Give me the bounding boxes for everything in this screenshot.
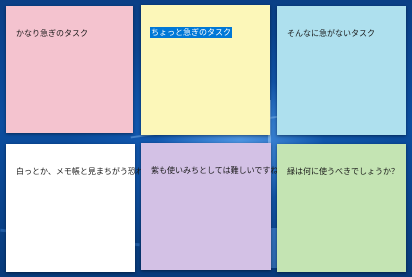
sticky-note-purple[interactable]: 紫も使いみちとしては難しいですね。 [141, 143, 286, 270]
sticky-note-green[interactable]: 緑は何に使うべきでしょうか？ [277, 144, 406, 272]
sticky-note-white[interactable]: 白っとか、メモ帳と見まちがう恐れが [6, 144, 152, 272]
note-text[interactable]: かなり急ぎのタスク [16, 28, 88, 39]
note-text[interactable]: 白っとか、メモ帳と見まちがう恐れが [16, 166, 152, 177]
note-text-selected[interactable]: ちょっと急ぎのタスク [150, 27, 232, 38]
note-text[interactable]: 緑は何に使うべきでしょうか？ [287, 166, 399, 177]
sticky-note-yellow[interactable]: ちょっと急ぎのタスク [141, 5, 270, 135]
note-text[interactable]: そんなに急がないタスク [287, 28, 375, 39]
sticky-note-blue[interactable]: そんなに急がないタスク [277, 6, 406, 135]
sticky-note-pink[interactable]: かなり急ぎのタスク [6, 6, 133, 133]
note-text[interactable]: 紫も使いみちとしては難しいですね。 [151, 165, 286, 176]
